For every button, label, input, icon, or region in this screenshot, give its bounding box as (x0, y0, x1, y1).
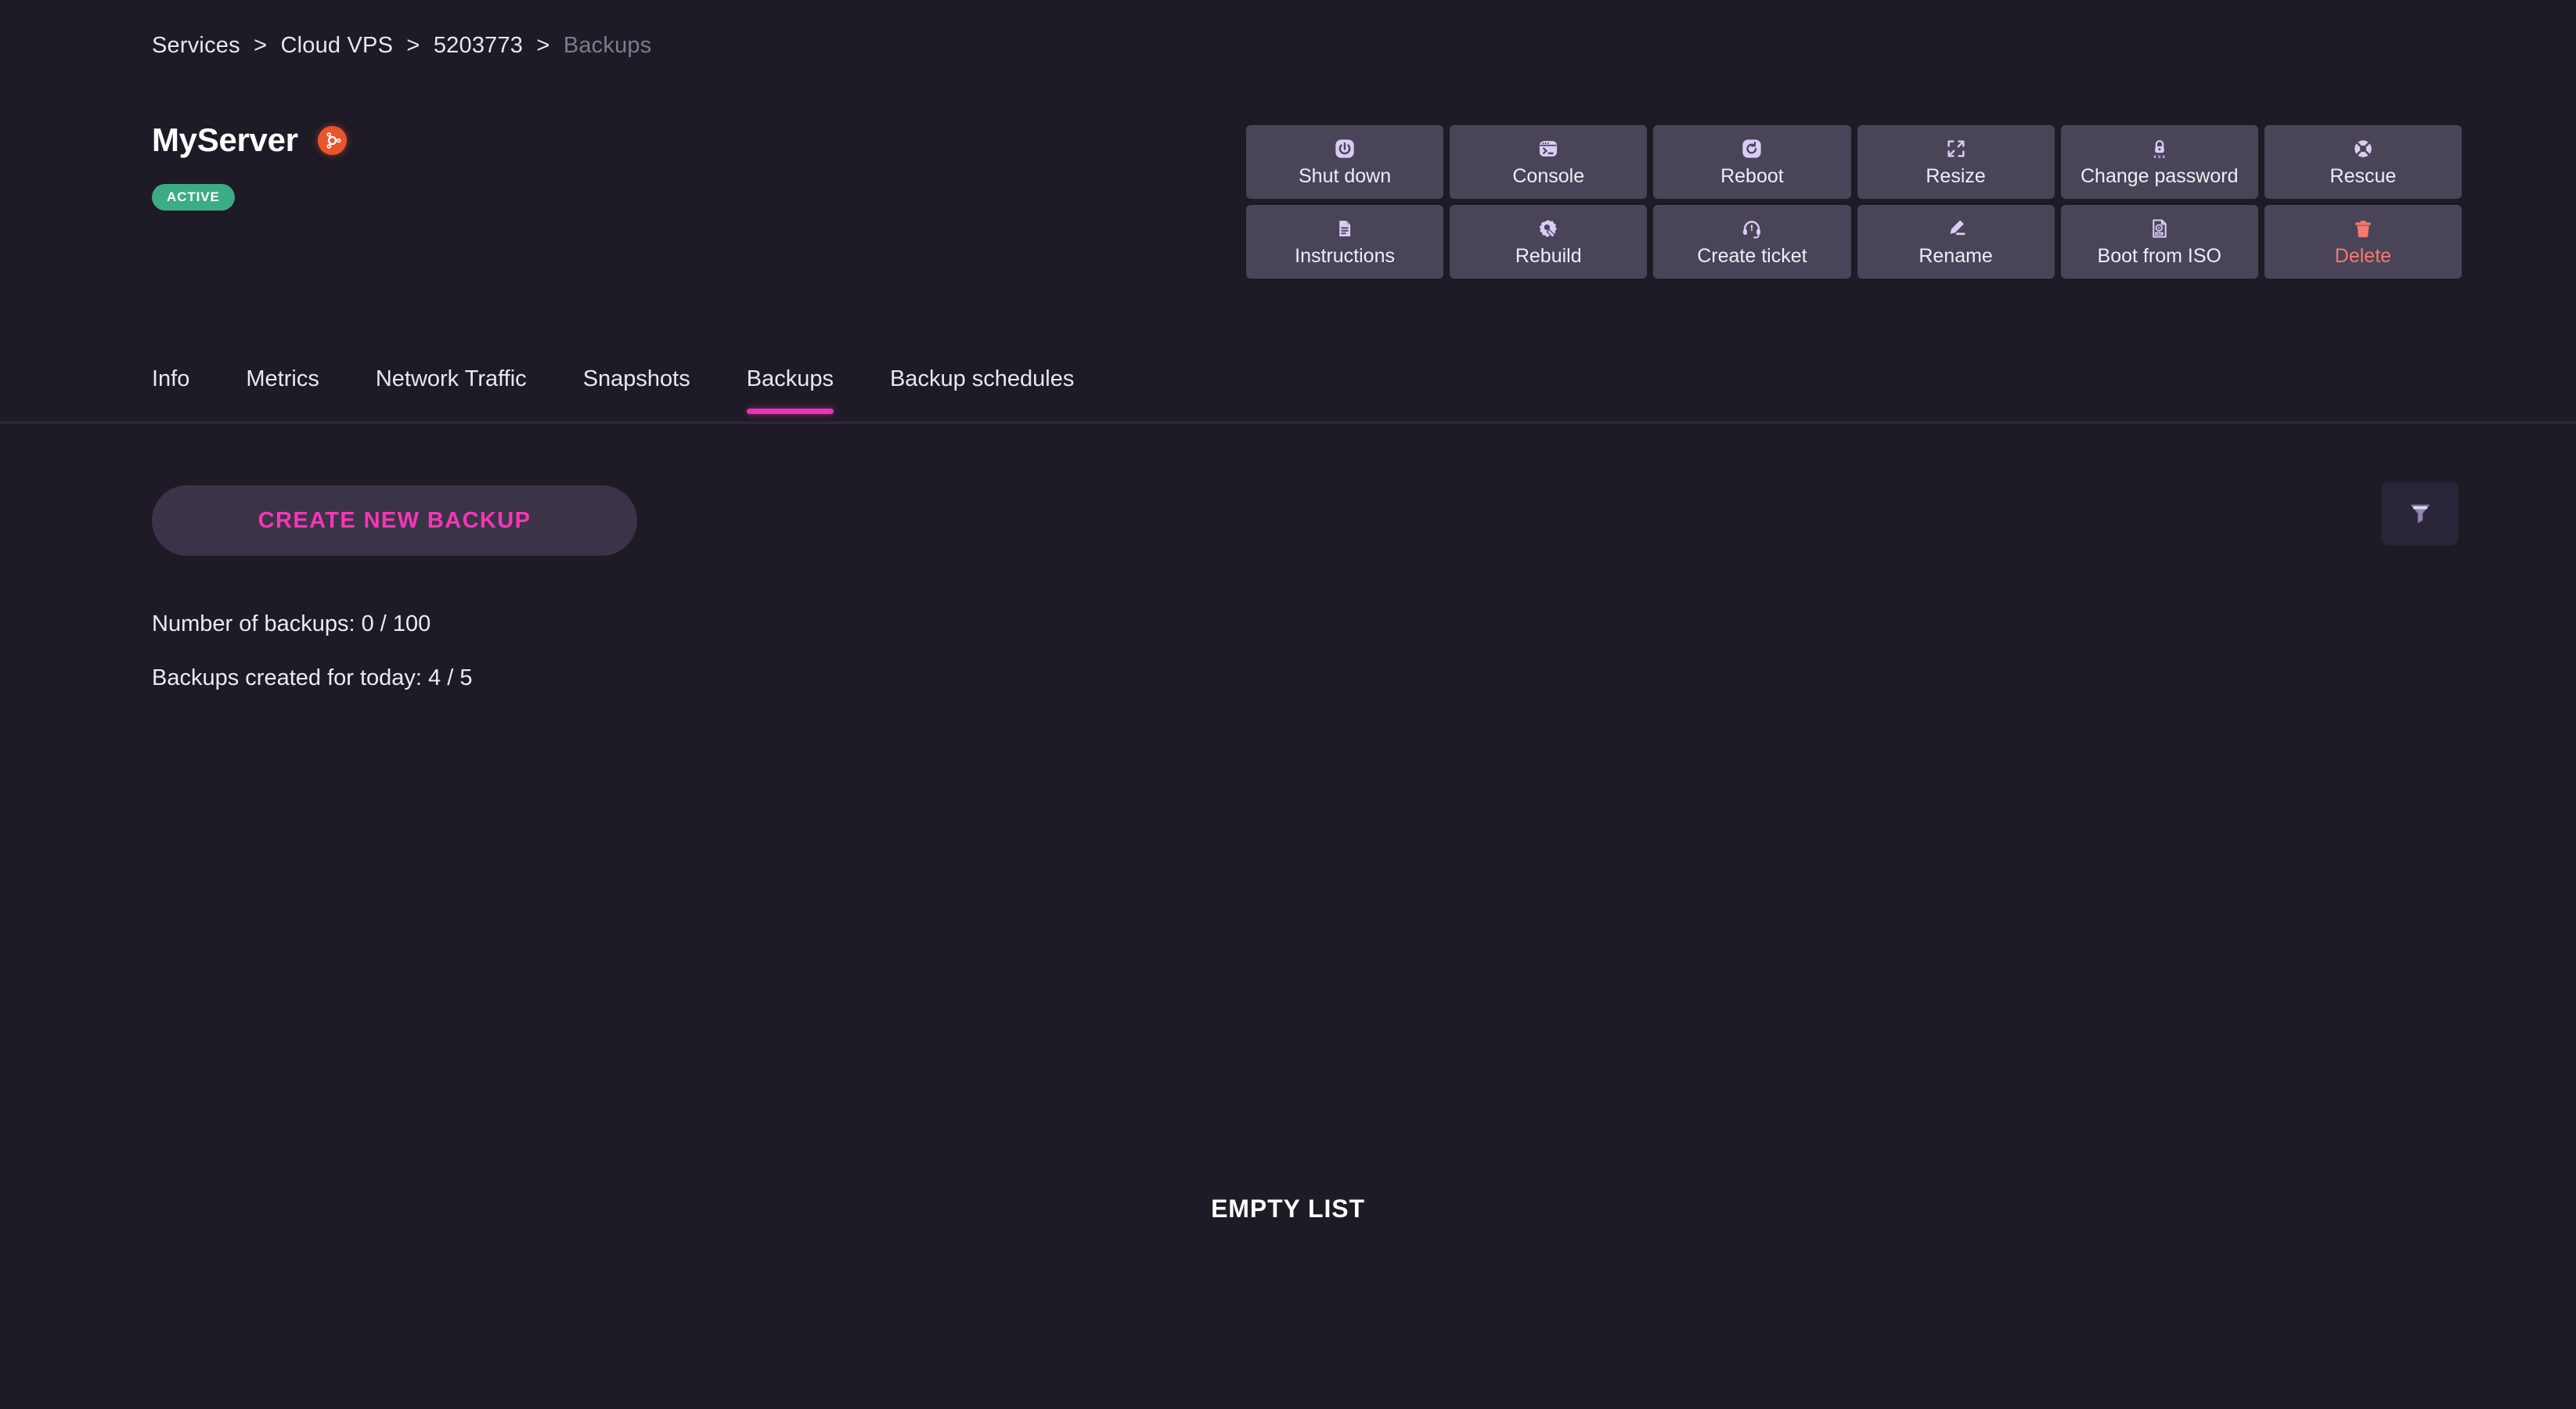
delete-button[interactable]: Delete (2264, 205, 2462, 279)
action-label: Reboot (1720, 165, 1784, 187)
breadcrumb-separator: > (406, 33, 420, 58)
rename-button[interactable]: Rename (1857, 205, 2055, 279)
backup-count-today: Backups created for today: 4 / 5 (152, 665, 473, 690)
server-actions-grid: Shut down Console Reboot Resize x x x Ch… (1246, 125, 2462, 279)
action-label: Delete (2334, 245, 2392, 267)
breadcrumb-item-cloud-vps[interactable]: Cloud VPS (280, 33, 393, 58)
status-badge: ACTIVE (152, 184, 235, 211)
filter-funnel-icon (2407, 499, 2434, 528)
lock-password-icon: x x x (2149, 138, 2171, 160)
power-icon (1334, 138, 1356, 160)
svg-text:x: x (2153, 154, 2156, 160)
svg-text:x: x (2158, 154, 2161, 160)
breadcrumb-item-backups: Backups (563, 33, 652, 58)
action-label: Instructions (1295, 245, 1395, 267)
backup-counters: Number of backups: 0 / 100 Backups creat… (152, 613, 472, 690)
tab-network-traffic[interactable]: Network Traffic (376, 368, 527, 411)
create-new-backup-button[interactable]: CREATE NEW BACKUP (152, 485, 637, 556)
breadcrumb-item-server-id[interactable]: 5203773 (434, 33, 523, 58)
instructions-button[interactable]: Instructions (1246, 205, 1444, 279)
boot-from-iso-button[interactable]: ISO Boot from ISO (2060, 205, 2258, 279)
action-label: Boot from ISO (2097, 245, 2221, 267)
tab-backup-schedules[interactable]: Backup schedules (890, 368, 1074, 411)
headset-icon (1741, 218, 1763, 240)
filter-button[interactable] (2381, 482, 2459, 546)
backup-count-total: Number of backups: 0 / 100 (152, 611, 431, 636)
breadcrumb: Services > Cloud VPS > 5203773 > Backups (152, 33, 651, 59)
rescue-button[interactable]: Rescue (2264, 125, 2462, 199)
action-label: Resize (1926, 165, 1986, 187)
tab-metrics[interactable]: Metrics (246, 368, 319, 411)
empty-list-message: EMPTY LIST (1211, 1195, 1365, 1223)
restart-icon (1741, 138, 1763, 160)
tab-backups[interactable]: Backups (746, 368, 834, 414)
breadcrumb-separator: > (254, 33, 268, 58)
iso-file-icon: ISO (2149, 218, 2171, 240)
create-ticket-button[interactable]: Create ticket (1653, 205, 1851, 279)
console-button[interactable]: Console (1450, 125, 1648, 199)
breadcrumb-item-services[interactable]: Services (152, 33, 240, 58)
action-label: Create ticket (1697, 245, 1807, 267)
resize-button[interactable]: Resize (1857, 125, 2055, 199)
tab-info[interactable]: Info (152, 368, 189, 411)
vps-backups-page: Services > Cloud VPS > 5203773 > Backups… (0, 0, 2576, 1409)
wrench-gear-icon (1537, 218, 1559, 240)
svg-text:ISO: ISO (2156, 232, 2162, 236)
shut-down-button[interactable]: Shut down (1246, 125, 1444, 199)
action-label: Rescue (2329, 165, 2397, 187)
lifebuoy-icon (2352, 138, 2374, 160)
reboot-button[interactable]: Reboot (1653, 125, 1851, 199)
pencil-icon (1945, 218, 1967, 240)
page-title: MyServer (152, 121, 298, 158)
tab-snapshots[interactable]: Snapshots (583, 368, 690, 411)
action-label: Rebuild (1515, 245, 1582, 267)
terminal-icon (1537, 138, 1559, 160)
svg-text:x: x (2162, 154, 2165, 160)
server-title-row: MyServer (152, 124, 347, 157)
action-label: Change password (2080, 165, 2239, 187)
change-password-button[interactable]: x x x Change password (2060, 125, 2258, 199)
trash-icon (2352, 218, 2374, 240)
tab-bar: Info Metrics Network Traffic Snapshots B… (0, 368, 2576, 424)
rebuild-button[interactable]: Rebuild (1450, 205, 1648, 279)
action-label: Console (1512, 165, 1585, 187)
action-label: Rename (1918, 245, 1993, 267)
ubuntu-logo-icon (317, 125, 347, 155)
action-label: Shut down (1299, 165, 1392, 187)
expand-icon (1945, 138, 1967, 160)
breadcrumb-separator: > (536, 33, 550, 58)
document-icon (1334, 218, 1356, 240)
